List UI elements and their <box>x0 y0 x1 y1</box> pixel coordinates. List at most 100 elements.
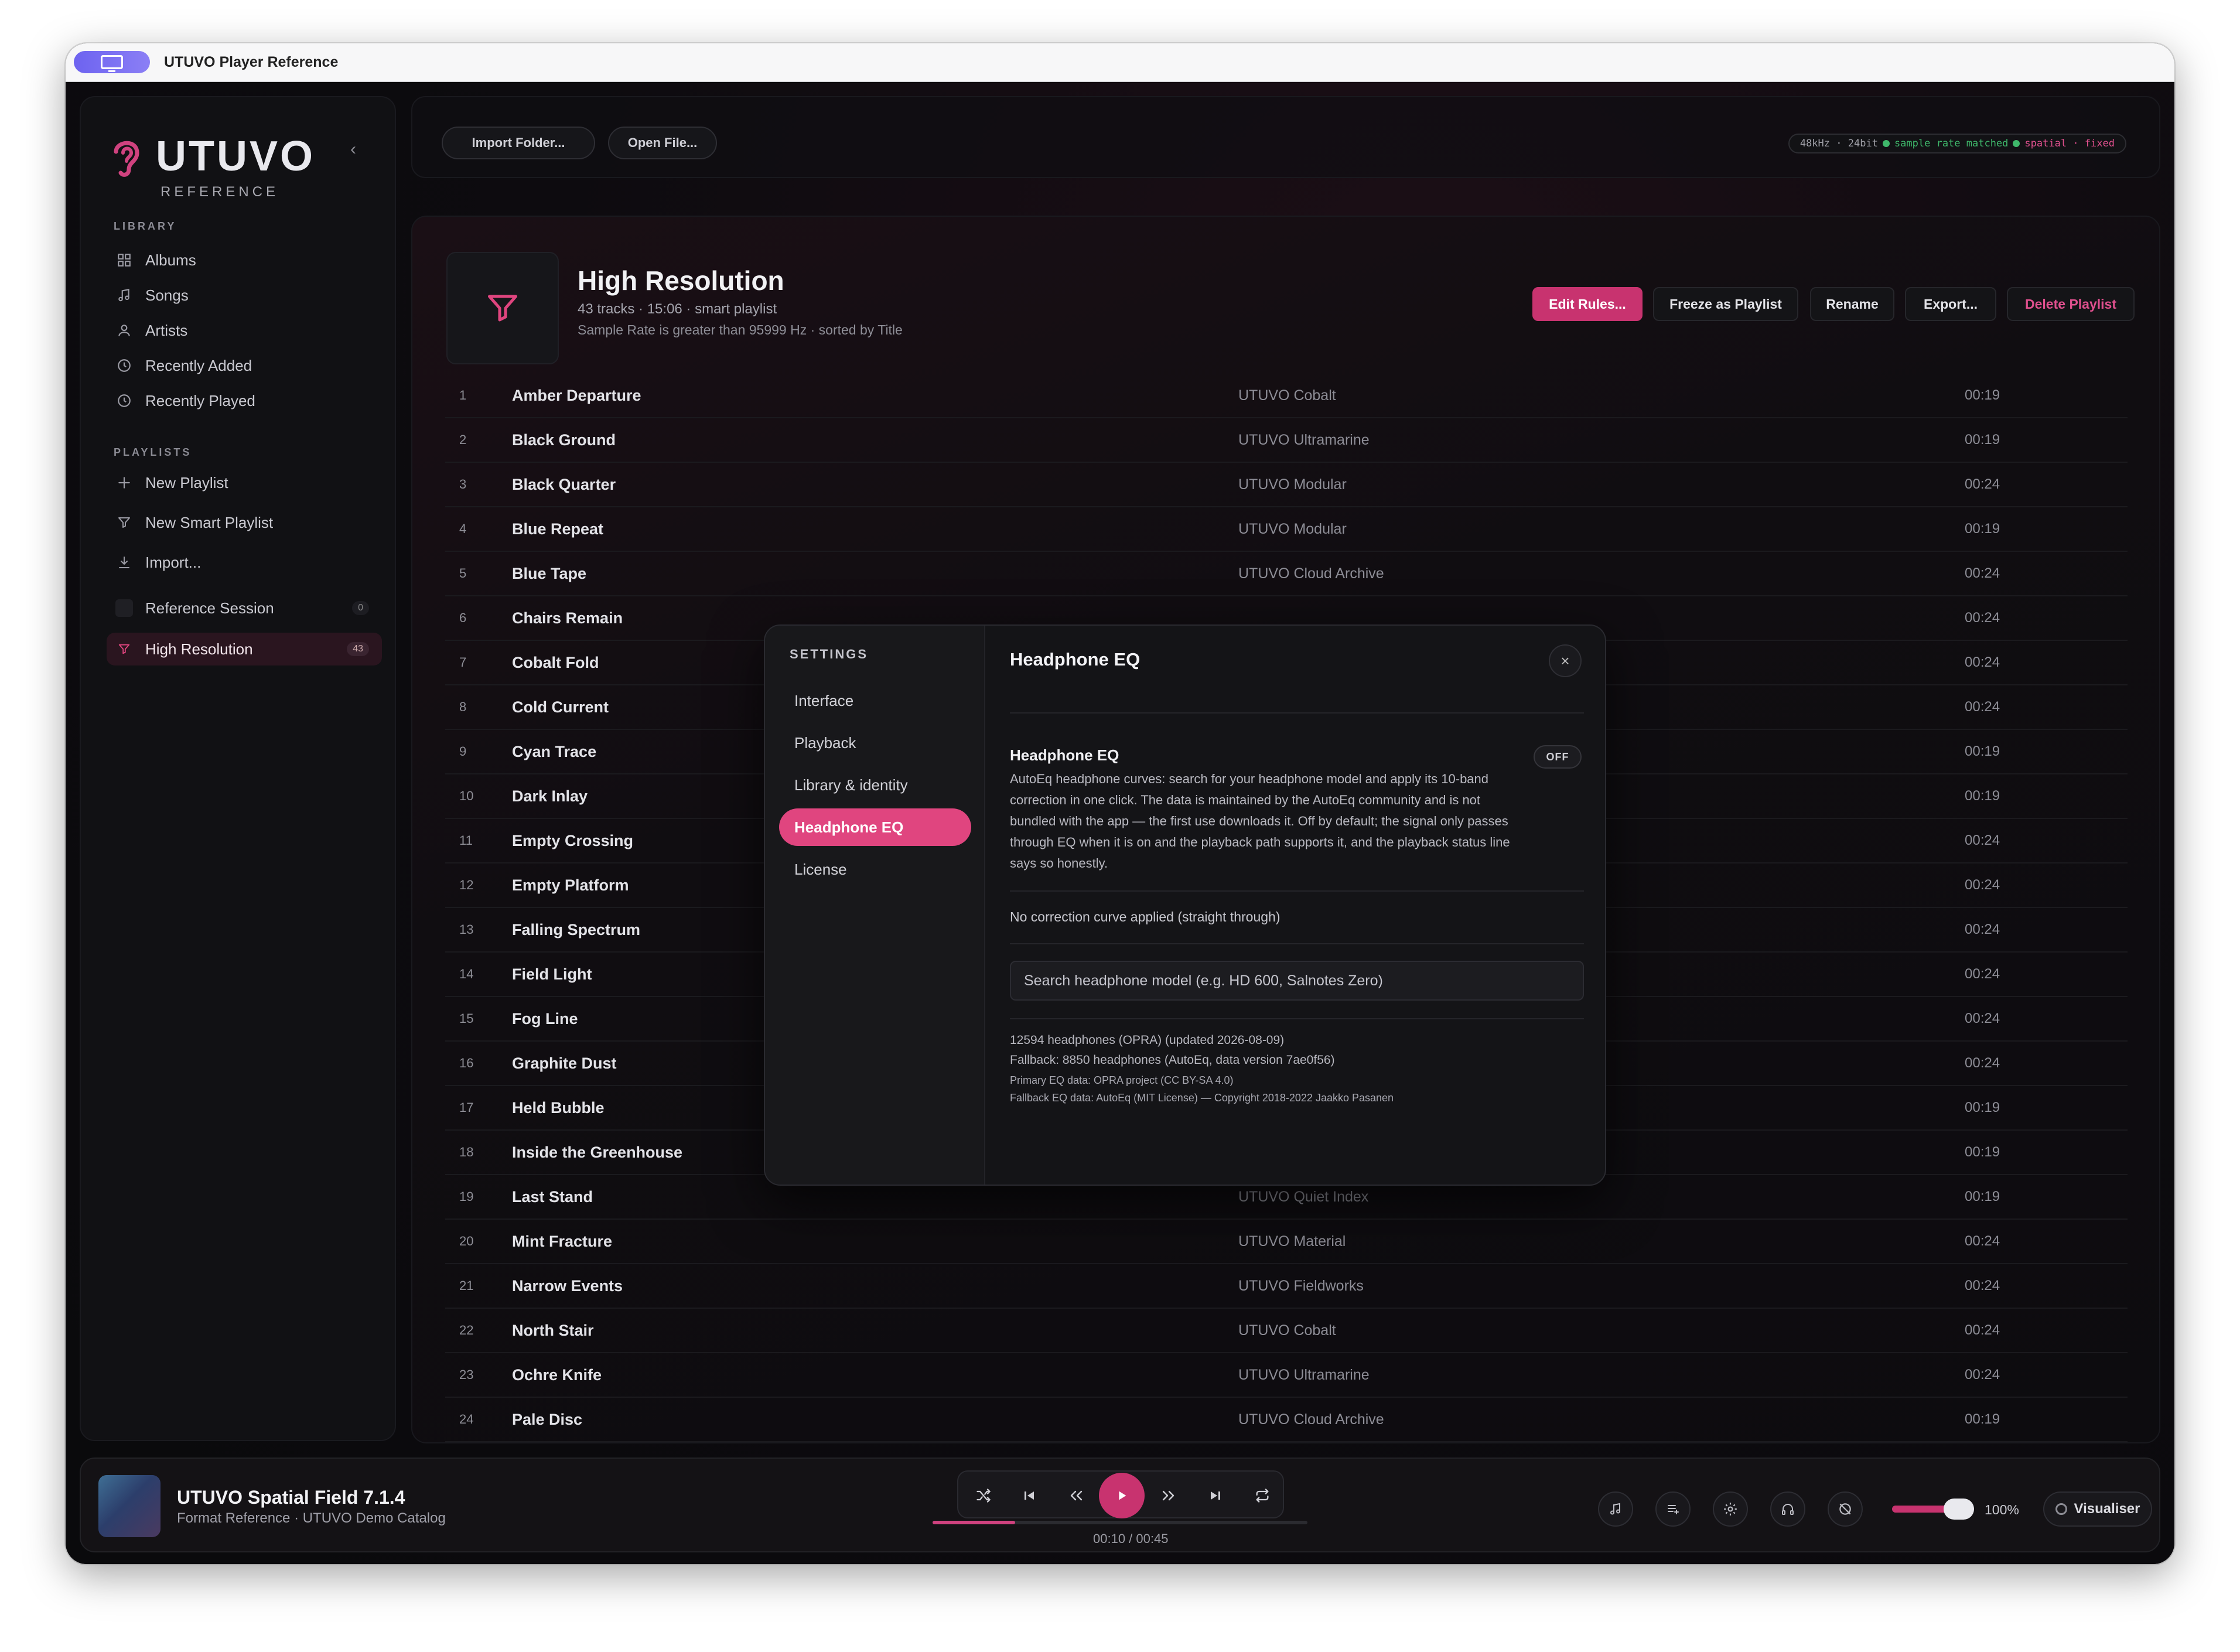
table-row[interactable]: 24 Pale Disc UTUVO Cloud Archive 00:19 <box>445 1398 2128 1442</box>
sidebar-action-new-playlist[interactable]: New Playlist <box>107 466 382 499</box>
sidebar-item-recently-added[interactable]: Recently Added <box>107 349 382 382</box>
track-duration: 00:19 <box>1965 387 2000 403</box>
sidebar-playlist-reference-session[interactable]: Reference Session 0 <box>107 592 382 624</box>
table-row[interactable]: 22 North Stair UTUVO Cobalt 00:24 <box>445 1309 2128 1353</box>
track-title: Last Stand <box>512 1188 593 1206</box>
status-bits: 24bit <box>1848 138 1878 149</box>
track-number: 4 <box>459 521 467 536</box>
table-row[interactable]: 25Pale GrainUTUVO Material00:24 <box>445 1442 2128 1443</box>
track-title: Blue Tape <box>512 565 587 582</box>
grid-icon <box>111 252 137 268</box>
track-title: Amber Departure <box>512 387 641 404</box>
person-icon <box>111 323 137 338</box>
track-title: Field Light <box>512 965 592 983</box>
track-number: 2 <box>459 432 467 447</box>
previous-track-icon[interactable] <box>1015 1481 1044 1510</box>
divider <box>1010 712 1584 714</box>
edit-rules-button[interactable]: Edit Rules... <box>1532 287 1643 321</box>
visualiser-button[interactable]: Visualiser <box>2043 1491 2152 1527</box>
transport-controls <box>957 1470 1284 1518</box>
table-row[interactable]: 20 Mint Fracture UTUVO Material 00:24 <box>445 1220 2128 1264</box>
import-folder-button[interactable]: Import Folder... <box>442 127 595 159</box>
settings-tab-interface[interactable]: Interface <box>779 682 971 719</box>
app-icon[interactable] <box>74 51 150 73</box>
sidebar-playlist-high-resolution[interactable]: High Resolution 43 <box>107 633 382 665</box>
freeze-as-playlist-button[interactable]: Freeze as Playlist <box>1653 287 1798 321</box>
track-artist: UTUVO Material <box>1238 1233 1346 1250</box>
seek-bar[interactable] <box>933 1521 1307 1524</box>
track-number: 16 <box>459 1056 474 1070</box>
settings-tab-library-identity[interactable]: Library & identity <box>779 766 971 804</box>
eq-fallback-count: Fallback: 8850 headphones (AutoEq, data … <box>1010 1053 1335 1067</box>
track-title: Empty Crossing <box>512 832 634 849</box>
track-artist: UTUVO Cloud Archive <box>1238 565 1384 582</box>
sidebar-item-label: New Smart Playlist <box>145 513 274 531</box>
track-title: Fog Line <box>512 1010 578 1028</box>
track-number: 13 <box>459 922 474 937</box>
volume-slider[interactable] <box>1892 1499 1974 1520</box>
visualiser-label: Visualiser <box>2074 1501 2140 1517</box>
sidebar-action-new-smart-playlist[interactable]: New Smart Playlist <box>107 506 382 539</box>
status-matched: sample rate matched <box>1894 138 2009 149</box>
track-artist: UTUVO Quiet Index <box>1238 1189 1369 1205</box>
rewind-icon[interactable] <box>1061 1481 1091 1510</box>
volume-knob[interactable] <box>1944 1499 1974 1520</box>
track-artist: UTUVO Cobalt <box>1238 387 1336 404</box>
track-duration: 00:24 <box>1965 654 2000 670</box>
music-note-icon[interactable] <box>1598 1491 1633 1527</box>
settings-content: Headphone EQ × Headphone EQ OFF AutoEq h… <box>986 626 1605 1185</box>
track-title: Narrow Events <box>512 1277 623 1295</box>
rename-button[interactable]: Rename <box>1810 287 1894 321</box>
table-row[interactable]: 3 Black Quarter UTUVO Modular 00:24 <box>445 463 2128 507</box>
collapse-sidebar-icon[interactable]: ‹ <box>350 139 356 159</box>
track-duration: 00:24 <box>1965 699 2000 715</box>
delete-playlist-button[interactable]: Delete Playlist <box>2007 287 2135 321</box>
settings-tab-playback[interactable]: Playback <box>779 724 971 762</box>
table-row[interactable]: 21 Narrow Events UTUVO Fieldworks 00:24 <box>445 1264 2128 1309</box>
headphones-icon[interactable] <box>1770 1491 1805 1527</box>
settings-dialog: SETTINGS Interface Playback Library & iden… <box>764 624 1606 1186</box>
gear-icon[interactable] <box>1713 1491 1748 1527</box>
track-title: Dark Inlay <box>512 787 588 805</box>
queue-icon[interactable] <box>1655 1491 1691 1527</box>
track-duration: 00:24 <box>1965 1055 2000 1071</box>
shuffle-icon[interactable] <box>969 1481 998 1510</box>
sidebar-item-albums[interactable]: Albums <box>107 244 382 277</box>
sidebar-item-recently-played[interactable]: Recently Played <box>107 384 382 417</box>
repeat-icon[interactable] <box>1248 1481 1277 1510</box>
sidebar-action-import[interactable]: Import... <box>107 546 382 579</box>
headphone-search-input[interactable] <box>1010 961 1584 1001</box>
eq-toggle[interactable]: OFF <box>1534 745 1582 769</box>
spatial-audio-icon[interactable] <box>1828 1491 1863 1527</box>
album-cover[interactable] <box>98 1475 161 1537</box>
track-duration: 00:24 <box>1965 1278 2000 1293</box>
track-title: Cyan Trace <box>512 743 597 760</box>
track-artist: UTUVO Ultramarine <box>1238 432 1370 448</box>
next-track-icon[interactable] <box>1201 1481 1230 1510</box>
status-ok-dot-icon <box>1882 140 1890 147</box>
seek-bar-fill <box>933 1521 1015 1524</box>
table-row[interactable]: 5 Blue Tape UTUVO Cloud Archive 00:24 <box>445 552 2128 596</box>
settings-tab-license[interactable]: License <box>779 851 971 888</box>
track-title: Graphite Dust <box>512 1054 617 1072</box>
table-row[interactable]: 4 Blue Repeat UTUVO Modular 00:19 <box>445 507 2128 552</box>
sidebar-item-label: Import... <box>145 553 202 571</box>
table-row[interactable]: 1 Amber Departure UTUVO Cobalt 00:19 <box>445 374 2128 418</box>
sidebar-item-songs[interactable]: Songs <box>107 279 382 312</box>
table-row[interactable]: 2 Black Ground UTUVO Ultramarine 00:19 <box>445 418 2128 463</box>
table-row[interactable]: 23 Ochre Knife UTUVO Ultramarine 00:24 <box>445 1353 2128 1398</box>
export-button[interactable]: Export... <box>1905 287 1996 321</box>
eq-section-title: Headphone EQ <box>1010 746 1119 764</box>
settings-tab-headphone-eq[interactable]: Headphone EQ <box>779 808 971 846</box>
play-button[interactable] <box>1099 1473 1145 1518</box>
close-icon[interactable]: × <box>1549 644 1582 677</box>
playlist-artwork <box>446 252 559 364</box>
logo-subtitle: REFERENCE <box>161 184 279 200</box>
fast-forward-icon[interactable] <box>1154 1481 1183 1510</box>
track-duration: 00:19 <box>1965 1411 2000 1427</box>
sidebar-item-artists[interactable]: Artists <box>107 314 382 347</box>
track-title: Mint Fracture <box>512 1233 613 1250</box>
open-file-button[interactable]: Open File... <box>608 127 717 159</box>
track-title: North Stair <box>512 1322 594 1339</box>
track-artist: UTUVO Fieldworks <box>1238 1278 1364 1294</box>
